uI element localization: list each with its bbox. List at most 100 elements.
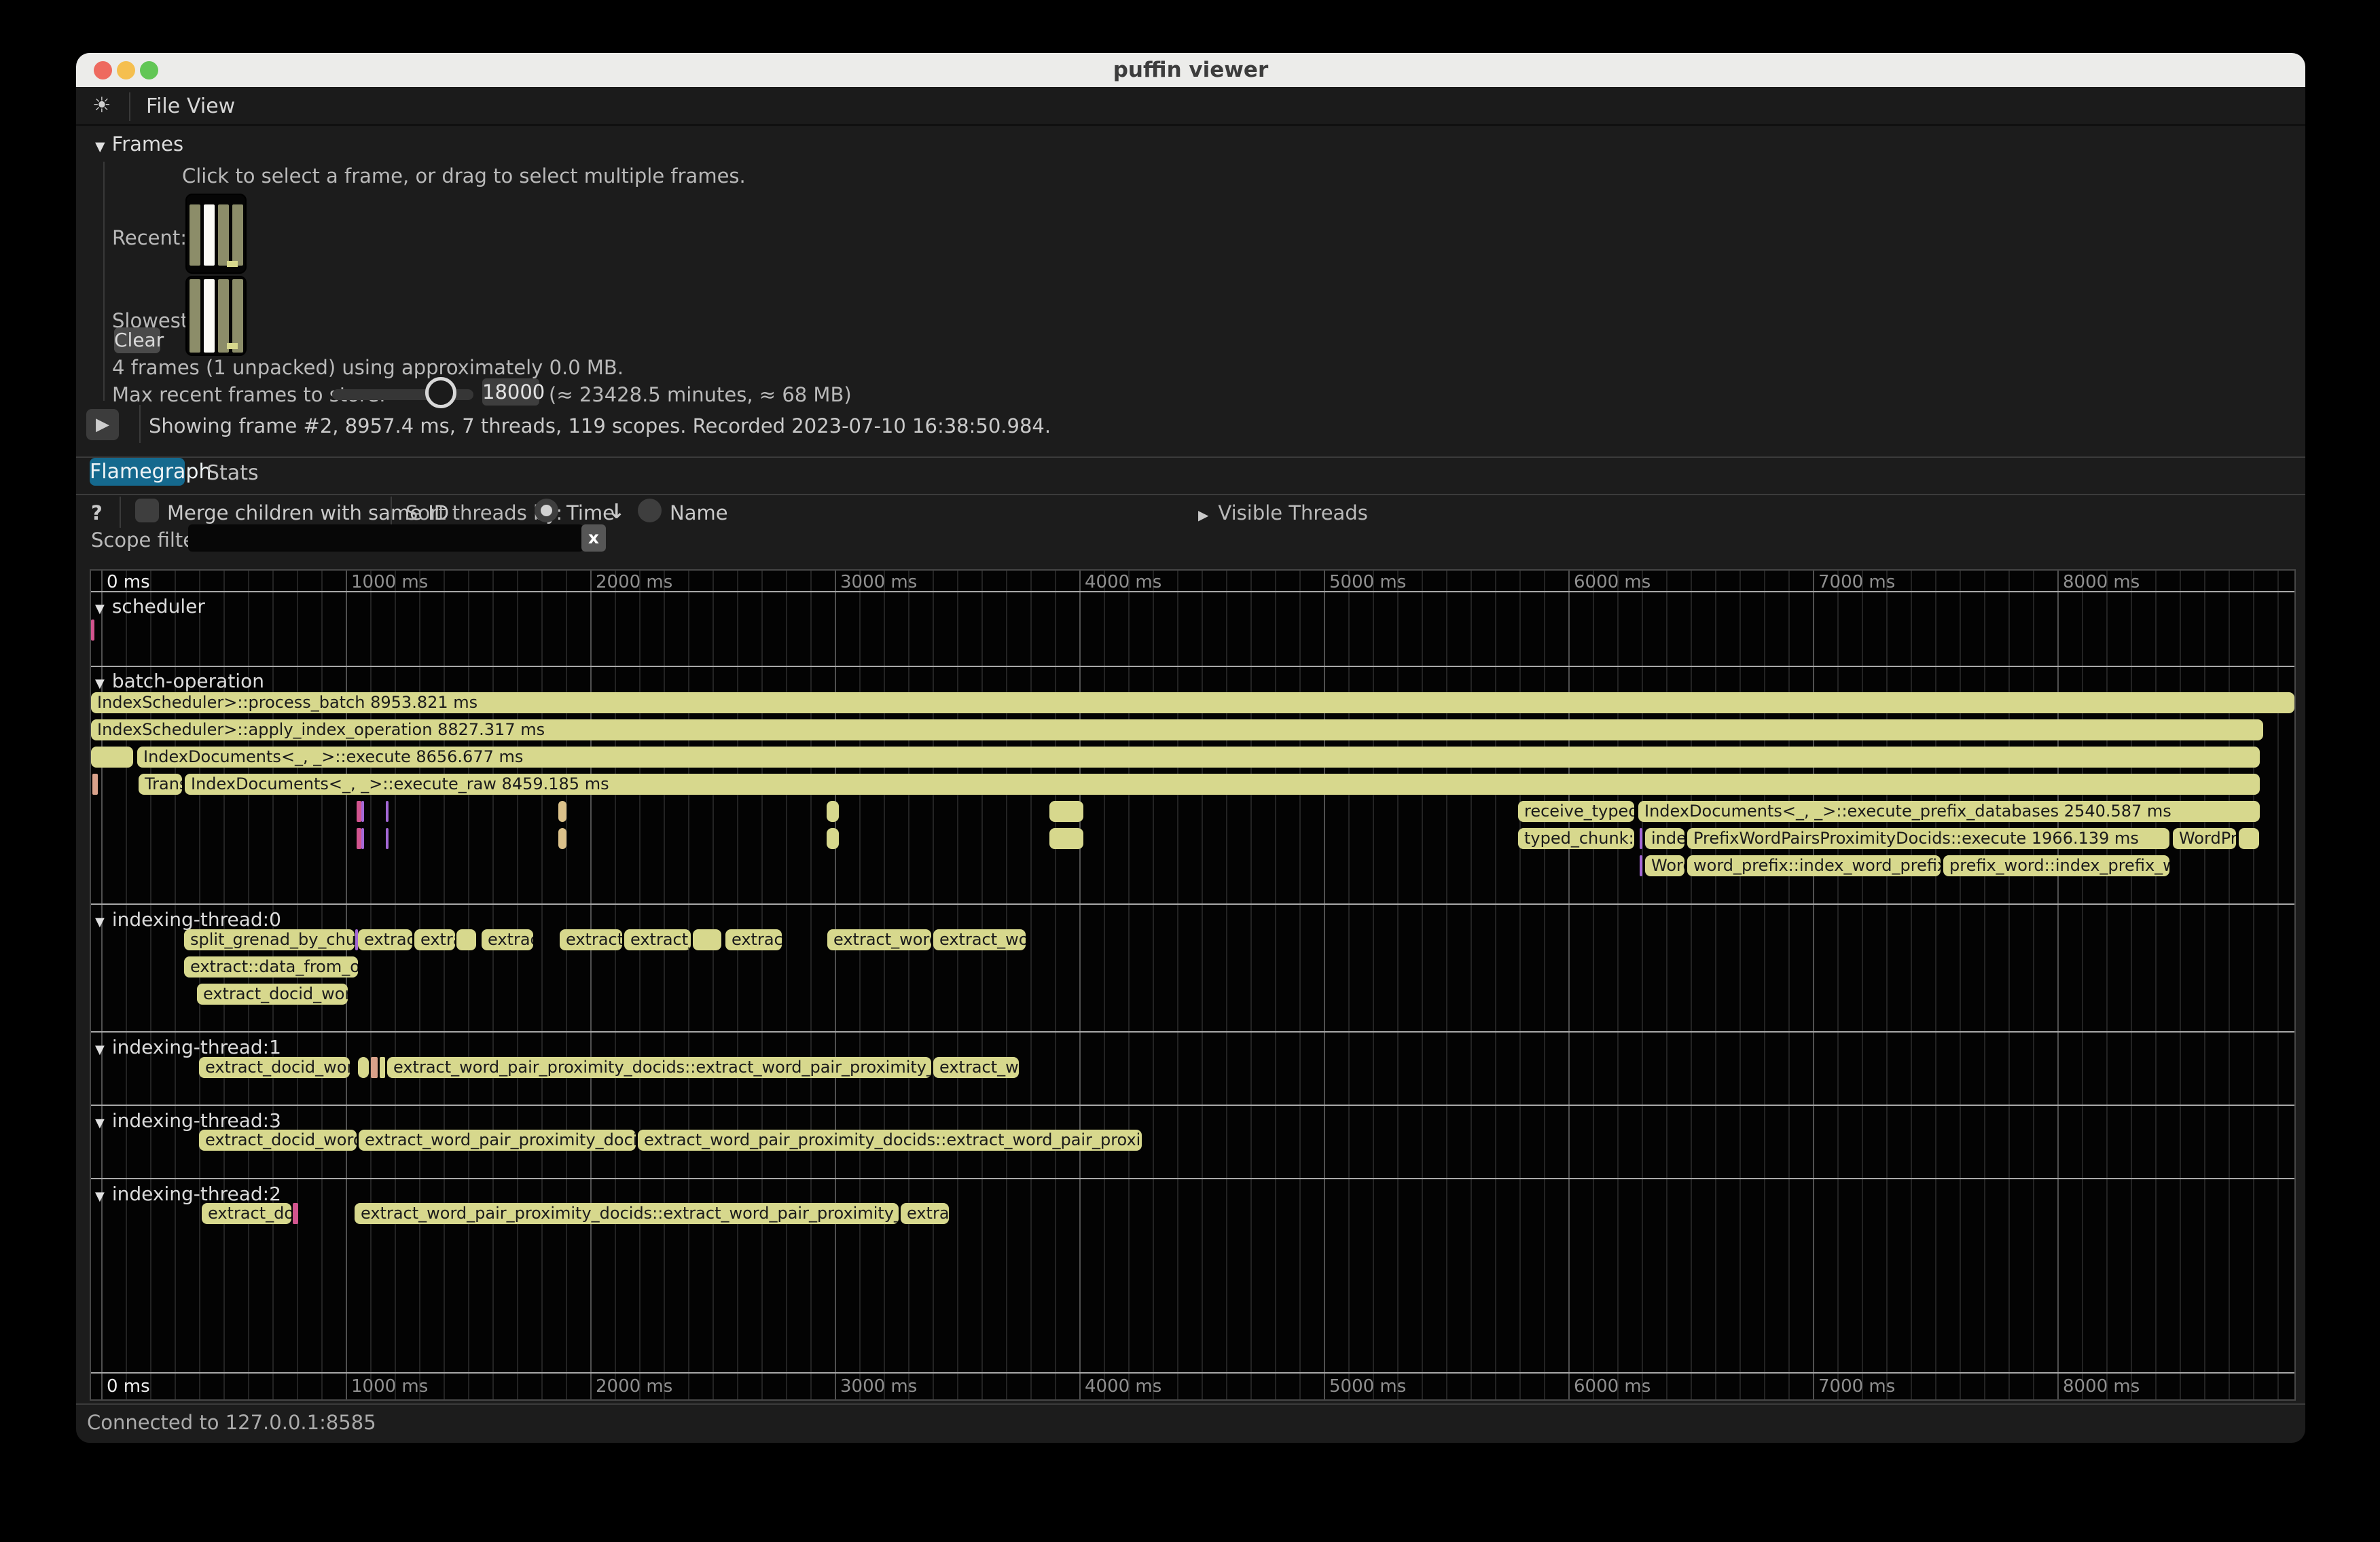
flame-scope-bar[interactable]: extract_docid_word [197,984,348,1005]
flame-scope-bar[interactable] [1049,828,1083,849]
flame-scope-bar[interactable] [357,801,361,822]
flame-scope-bar[interactable]: Word [1645,855,1684,876]
flame-scope-bar[interactable] [92,774,98,795]
flame-scope-bar[interactable]: extract_word_pair_proximity_docids::extr… [638,1130,1142,1151]
sort-by-time-radio[interactable] [535,499,558,522]
flame-scope-bar[interactable]: Trans [139,774,182,795]
frame-bar[interactable] [232,279,243,353]
flame-scope-bar[interactable] [358,1057,369,1078]
menu-item-file[interactable]: File [146,94,180,118]
flame-scope-bar[interactable] [380,1057,385,1078]
flame-scope-bar[interactable]: extract_word_pair_proximity_docids::extr… [355,1203,899,1224]
slider-knob[interactable] [425,377,456,408]
flame-scope-bar[interactable] [357,828,361,849]
flame-scope-bar[interactable]: index [1645,828,1684,849]
tab-flamegraph[interactable]: Flamegraph [90,458,185,486]
frame-bar-selected[interactable] [204,204,215,266]
thread-header-indexing-thread-3[interactable]: ▼indexing-thread:3 [95,1109,281,1132]
thread-header-scheduler[interactable]: ▼scheduler [95,595,205,617]
flame-scope-bar[interactable]: word_prefix::index_word_prefix_ [1687,855,1941,876]
flame-scope-bar[interactable]: IndexScheduler>::process_batch 8953.821 … [91,692,2294,713]
axis-label: 4000 ms [1085,1376,1161,1397]
flame-scope-bar[interactable] [91,747,133,768]
max-frames-value[interactable]: 18000 [482,378,539,406]
flame-scope-bar[interactable]: receive_typed_ [1518,801,1634,822]
flame-scope-bar[interactable]: extract_word_pair_proximity_docids::extr… [387,1057,931,1078]
flame-scope-bar[interactable] [558,801,566,822]
flame-scope-bar[interactable]: extract_ [624,929,691,950]
flame-scope-bar[interactable]: IndexScheduler>::apply_index_operation 8… [91,719,2263,740]
frame-bar[interactable] [218,279,229,353]
flame-scope-bar[interactable] [361,828,364,849]
help-button[interactable]: ? [91,501,103,524]
menu-item-view[interactable]: View [187,94,235,118]
thread-header-batch-operation[interactable]: ▼batch-operation [95,670,264,692]
axis-label: 7000 ms [1818,572,1895,592]
sort-by-name-radio[interactable] [638,499,662,522]
thread-header-indexing-thread-2[interactable]: ▼indexing-thread:2 [95,1183,281,1205]
flame-scope-bar[interactable] [91,620,94,641]
flame-scope-bar[interactable]: extra [414,929,455,950]
flamegraph-canvas[interactable]: 0 ms0 ms1000 ms1000 ms2000 ms2000 ms3000… [90,569,2296,1401]
frame-thumbnail-slowest[interactable] [185,276,247,356]
flame-scope-bar[interactable]: split_grenad_by_chun [184,929,355,950]
sort-direction-arrow-icon[interactable]: ↓ [608,500,625,524]
flame-scope-bar[interactable]: extract_word_pair_proximity_docids [359,1130,636,1151]
thread-header-indexing-thread-1[interactable]: ▼indexing-thread:1 [95,1036,281,1058]
frame-bar[interactable] [190,204,200,266]
clear-button[interactable]: Clear [114,327,160,353]
frame-bar-selected[interactable] [204,279,215,353]
frames-section-header[interactable]: ▼Frames [95,132,183,156]
tab-stats[interactable]: Stats [206,461,259,485]
flame-scope-bar[interactable]: typed_chunk::w [1518,828,1634,849]
flame-scope-bar[interactable]: extract_wo [933,929,1026,950]
flame-scope-bar[interactable]: extract [725,929,782,950]
flame-scope-bar[interactable] [386,828,389,849]
flame-scope-bar[interactable] [456,929,476,950]
frame-thumbnail-recent[interactable] [185,194,247,274]
thread-header-label: batch-operation [112,670,264,692]
separator [76,494,2305,495]
flame-scope-bar[interactable]: IndexDocuments<_, _>::execute_prefix_dat… [1638,801,2260,822]
flame-scope-bar[interactable]: extrac [482,929,533,950]
flame-scope-bar[interactable] [386,801,389,822]
clear-filter-button[interactable]: x [581,524,606,552]
flame-scope-bar[interactable]: extract_doc [202,1203,291,1224]
flame-scope-bar[interactable]: prefix_word::index_prefix_wo [1943,855,2169,876]
flame-scope-bar[interactable] [827,801,839,822]
flame-scope-bar[interactable]: extract [358,929,412,950]
flame-scope-bar[interactable]: IndexDocuments<_, _>::execute_raw 8459.1… [185,774,2260,795]
flame-scope-bar[interactable]: extract_docid_word [199,1057,350,1078]
flame-scope-bar[interactable]: extract_wo [933,1057,1019,1078]
flame-scope-bar[interactable] [1640,855,1642,876]
flame-scope-bar[interactable] [2239,828,2259,849]
flame-scope-bar[interactable] [293,1203,298,1224]
flame-scope-bar[interactable] [693,929,721,950]
visible-threads-header[interactable]: ▶Visible Threads [1198,501,1368,524]
flame-scope-bar[interactable] [361,801,364,822]
sort-name-label[interactable]: Name [670,501,728,524]
frame-bar[interactable] [218,204,229,266]
frame-bar[interactable] [232,204,243,266]
flame-scope-bar[interactable] [827,828,839,849]
flame-scope-bar[interactable]: extract_ [560,929,622,950]
flame-scope-bar[interactable]: extract::data_from_ob [184,956,358,978]
frame-bar[interactable] [190,279,200,353]
flame-scope-bar[interactable]: PrefixWordPairsProximityDocids::execute … [1687,828,2169,849]
thread-header-indexing-thread-0[interactable]: ▼indexing-thread:0 [95,908,281,931]
flame-scope-bar[interactable] [1640,828,1642,849]
flame-scope-bar[interactable]: WordPr [2173,828,2236,849]
flame-scope-bar[interactable] [558,828,566,849]
merge-children-checkbox[interactable] [135,499,159,522]
theme-sun-icon[interactable]: ☀ [92,93,111,118]
scope-filter-input[interactable] [188,524,583,552]
flame-scope-bar[interactable]: extrac [901,1203,949,1224]
flame-scope-bar[interactable]: IndexDocuments<_, _>::execute 8656.677 m… [137,747,2260,768]
flame-scope-bar[interactable]: extract_word [827,929,931,950]
flame-scope-bar[interactable] [371,1057,378,1078]
window-title: puffin viewer [76,58,2305,82]
play-button[interactable]: ▶ [86,409,119,440]
flame-scope-bar[interactable]: extract_docid_word [199,1130,357,1151]
flame-scope-bar[interactable] [1049,801,1083,822]
separator [76,456,2305,458]
